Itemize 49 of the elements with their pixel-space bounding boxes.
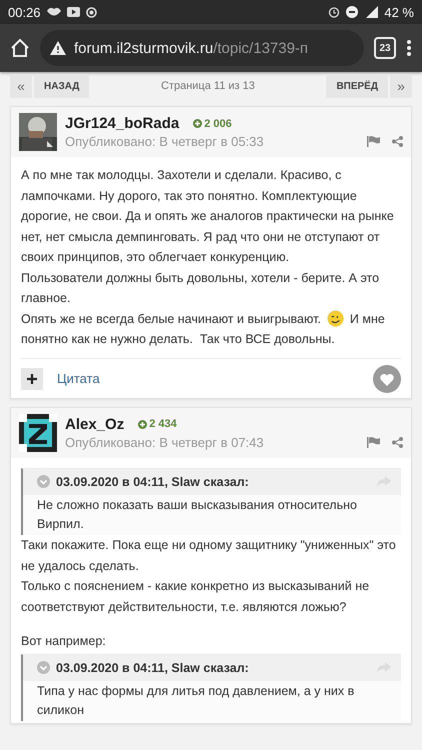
post-paragraph: А по мне так молодцы. Захотели и сделали. Красиво, с лампочками. Ну дорого, так это понятно. Комплектующие дорогие, не свои. Да и опять же аналогов практически на рынке нет, нет смысла демпинговать. Я рад что они не отступают от своих принципов, это облегчает конкуренцию.: [21, 167, 395, 266]
page-indicator: Страница 11 из 13: [160, 80, 256, 92]
post-paragraph: Вот например:: [21, 633, 107, 650]
target-icon: [86, 6, 97, 18]
plus-circle-icon: [193, 119, 202, 128]
do-not-disturb-icon: [346, 6, 358, 18]
menu-icon[interactable]: [406, 39, 412, 57]
author-name[interactable]: Alex_Oz: [65, 416, 124, 432]
play-icon: [66, 7, 80, 17]
post-text: И мне: [350, 310, 385, 328]
quote-text: Типа у нас формы для литья под давлением, а у них в силикон: [36, 683, 356, 719]
post-date: Опубликовано: В четверг в 07:43: [65, 434, 265, 450]
flag-icon[interactable]: [367, 136, 380, 147]
quote-text: Не сложно показать ваши высказывания относительно Вирпил.: [36, 497, 358, 533]
post-text: Опять же не всегда белые начинают и выигрывают.: [21, 310, 321, 328]
author-name[interactable]: JGr124_boRada: [65, 115, 180, 132]
post-paragraph: Пользователи должны быть довольны, хотели - берите. А это главное.: [21, 270, 380, 307]
clock-time: 00:26: [8, 4, 41, 20]
first-page-button[interactable]: «: [10, 74, 32, 98]
quote-citation: 03.09.2020 в 04:11, Slaw сказал:: [56, 474, 250, 490]
battery-level: 42 %: [384, 4, 414, 20]
post-paragraph: Только с пояснением - какие конкретно из высказываний не соответствуют действительности, т.е. являются ложью?: [21, 578, 370, 616]
address-bar[interactable]: forum.il2sturmovik.ru/topic/13739-п: [40, 30, 364, 66]
quote-link[interactable]: Цитата: [57, 371, 359, 386]
add-button[interactable]: [21, 368, 43, 390]
chevron-icon[interactable]: [37, 475, 50, 488]
warning-icon: [50, 41, 66, 55]
home-icon[interactable]: [10, 38, 30, 58]
wink-smiley-icon: [326, 310, 344, 328]
share-icon[interactable]: [392, 136, 403, 147]
cloud-icon: [46, 7, 61, 17]
tab-count-button[interactable]: 23: [374, 37, 396, 59]
post-date: Опубликовано: В четверг в 05:33: [65, 134, 265, 149]
post-text: понятно как не нужно делать. Так что ВСЕ довольны.: [21, 332, 335, 346]
previous-page-button[interactable]: НАЗАД: [34, 74, 90, 98]
alarm-icon: [328, 6, 340, 18]
last-page-button[interactable]: »: [390, 74, 412, 98]
next-page-button[interactable]: ВПЕРЁД: [326, 74, 388, 98]
reputation-count: 2 434: [149, 418, 177, 430]
quote-citation: 03.09.2020 в 04:11, Slaw сказал:: [56, 660, 250, 676]
post-paragraph: Таки покажите. Пока еще ни одному защитнику "униженных" это не удалось сделать.: [21, 537, 397, 575]
plus-icon: [27, 374, 37, 384]
plus-circle-icon: [138, 420, 148, 428]
url-text: forum.il2sturmovik.ru/topic/13739-п: [74, 40, 308, 56]
flag-icon[interactable]: [367, 436, 380, 448]
reputation-count: 2 006: [204, 118, 232, 130]
chevron-icon[interactable]: [37, 661, 50, 674]
share-icon[interactable]: [392, 436, 403, 448]
signal-icon: [364, 6, 378, 18]
